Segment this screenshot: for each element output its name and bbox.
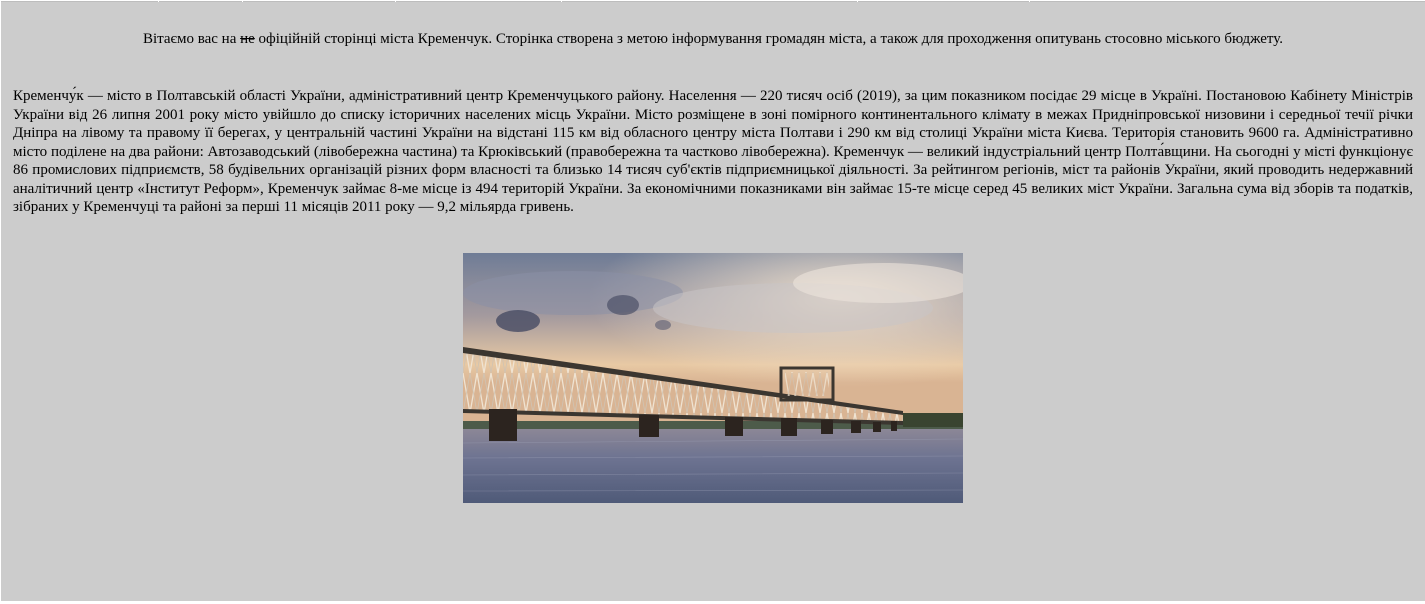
welcome-text-start: Вітаємо вас на [142, 31, 241, 47]
nav-separator [242, 1, 243, 2]
nav-separator [158, 1, 159, 2]
welcome-text-end: офіційній сторінці міста Кременчук. Стор… [254, 31, 1284, 47]
nav-separator [857, 1, 858, 2]
nav-separator [1029, 1, 1030, 2]
welcome-text: Вітаємо вас на не офіційній сторінці міс… [1, 30, 1425, 49]
nav-separator [395, 1, 396, 2]
page: Вітаємо вас на не офіційній сторінці міс… [1, 1, 1425, 601]
bridge-photo [463, 253, 963, 503]
top-nav-bar [1, 1, 1425, 2]
city-description: Кременчу́к — місто в Полтавській області… [13, 88, 1413, 215]
welcome-text-struck: не [240, 31, 255, 47]
nav-separator [561, 1, 562, 2]
